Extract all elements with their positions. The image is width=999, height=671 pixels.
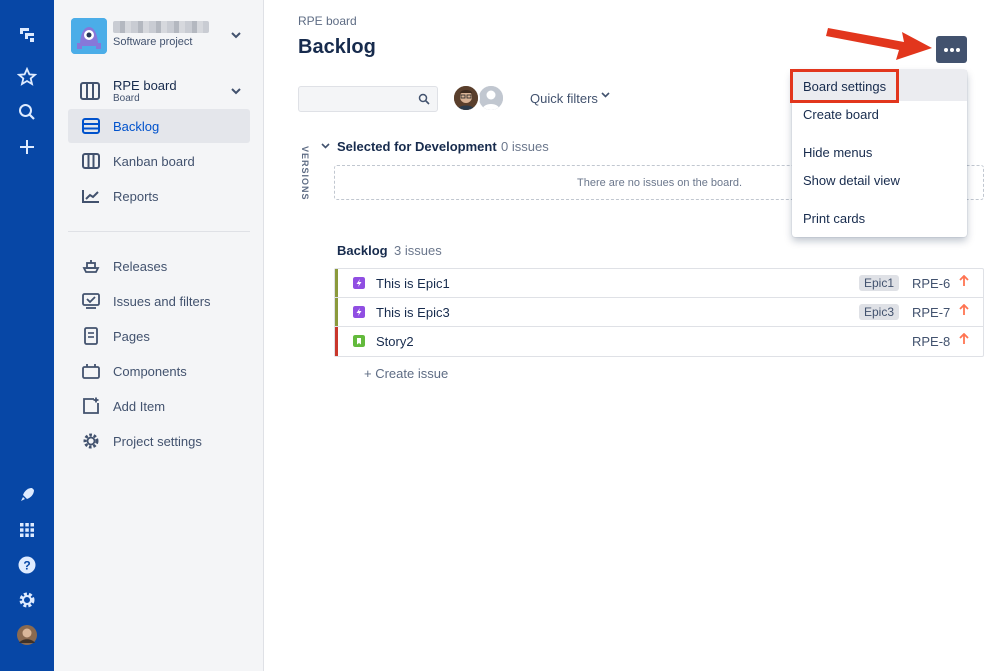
priority-high-icon [959,333,969,344]
project-name-redacted [113,21,209,33]
sidebar-item-label: Components [113,363,187,379]
issue-row[interactable]: Story2 RPE-8 [335,327,983,356]
project-type: Software project [113,36,193,48]
sidebar-item-label: Project settings [113,433,202,449]
app-switcher-icon[interactable] [0,515,54,545]
settings-gear-icon[interactable] [0,585,54,615]
sidebar-item-project-settings[interactable]: Project settings [68,424,250,458]
kanban-board-icon [68,153,113,169]
issue-summary: This is Epic3 [376,305,450,320]
project-sidebar: Software project RPE board Board Backlog… [54,0,264,671]
sprint-issue-count: 0 issues [501,139,549,154]
backlog-icon [68,118,113,134]
search-input[interactable] [298,86,438,112]
sidebar-item-add-item[interactable]: Add Item [68,389,250,423]
create-issue-button[interactable]: + Create issue [364,366,448,381]
story-icon [353,335,365,347]
versions-panel-toggle[interactable]: VERSIONS [300,146,310,201]
issue-row[interactable]: This is Epic1 Epic1 RPE-6 [335,269,983,298]
backlog-title: Backlog [337,243,388,258]
backlog-issue-count: 3 issues [394,243,442,258]
gear-icon [68,432,113,450]
sprint-title: Selected for Development [337,139,497,154]
sidebar-item-label: Pages [113,328,150,344]
components-icon [68,363,113,379]
rocket-icon[interactable] [0,480,54,510]
sidebar-item-releases[interactable]: Releases [68,249,250,283]
issue-color-bar [335,269,338,297]
menu-item-create-board[interactable]: Create board [803,107,879,122]
issue-row[interactable]: This is Epic3 Epic3 RPE-7 [335,298,983,327]
more-options-button[interactable] [936,36,967,63]
sidebar-divider [68,231,250,232]
global-nav: ? [0,0,54,671]
issues-filters-icon [68,293,113,309]
issue-summary: Story2 [376,334,414,349]
jira-logo-icon[interactable] [0,20,54,50]
sidebar-item-pages[interactable]: Pages [68,319,250,353]
project-avatar [71,18,107,54]
create-plus-icon[interactable] [0,132,54,162]
sidebar-item-label: Add Item [113,398,166,414]
priority-high-icon [959,304,969,315]
annotation-highlight-box [790,69,899,103]
project-chevron-down-icon[interactable] [231,32,241,39]
annotation-arrow-icon [826,28,932,60]
issue-color-bar [335,327,338,356]
chevron-down-icon [231,88,241,95]
sidebar-item-label: Backlog [113,118,160,134]
menu-item-show-detail-view[interactable]: Show detail view [803,173,900,188]
epic-icon [353,277,365,289]
epic-label[interactable]: Epic3 [859,304,900,320]
sidebar-item-issues-filters[interactable]: Issues and filters [68,284,250,318]
issue-color-bar [335,298,338,326]
board-type: Board [113,93,140,104]
epic-label[interactable]: Epic1 [859,275,900,291]
menu-item-hide-menus[interactable]: Hide menus [803,145,872,160]
page-title: Backlog [298,36,376,58]
epic-icon [353,306,365,318]
backlog-issue-list: This is Epic1 Epic1 RPE-6 This is Epic3 … [334,268,984,357]
board-icon [80,82,100,100]
help-icon[interactable]: ? [0,550,54,580]
sidebar-item-components[interactable]: Components [68,354,250,388]
priority-high-icon [959,275,969,286]
breadcrumb[interactable]: RPE board [298,14,357,28]
issue-key[interactable]: RPE-7 [912,305,950,320]
collapse-chevron-icon[interactable] [321,143,330,149]
issue-summary: This is Epic1 [376,276,450,291]
board-name: RPE board [113,78,177,93]
pages-icon [68,327,113,345]
board-switcher[interactable]: RPE board Board [68,72,250,108]
sidebar-item-label: Releases [113,258,168,274]
search-icon[interactable] [0,97,54,127]
avatar-unassigned[interactable] [477,84,505,112]
issue-key[interactable]: RPE-8 [912,334,950,349]
reports-icon [68,189,113,203]
sidebar-item-label: Issues and filters [113,293,211,309]
menu-item-print-cards[interactable]: Print cards [803,211,865,226]
add-item-icon [68,397,113,415]
sidebar-item-backlog[interactable]: Backlog [68,109,250,143]
quick-filters-dropdown[interactable]: Quick filters [530,91,598,106]
avatar-user[interactable] [452,84,480,112]
issue-key[interactable]: RPE-6 [912,276,950,291]
sprint-empty-message: There are no issues on the board. [577,177,743,189]
sidebar-item-kanban-board[interactable]: Kanban board [68,144,250,178]
chevron-down-icon[interactable] [601,92,610,98]
search-icon [418,93,430,105]
sidebar-item-label: Reports [113,188,159,204]
releases-icon [68,259,113,273]
sidebar-item-label: Kanban board [113,153,195,169]
svg-text:?: ? [23,559,30,573]
starred-icon[interactable] [0,62,54,92]
sidebar-item-reports[interactable]: Reports [68,179,250,213]
project-switcher[interactable]: Software project [71,18,251,54]
user-avatar[interactable] [0,620,54,650]
